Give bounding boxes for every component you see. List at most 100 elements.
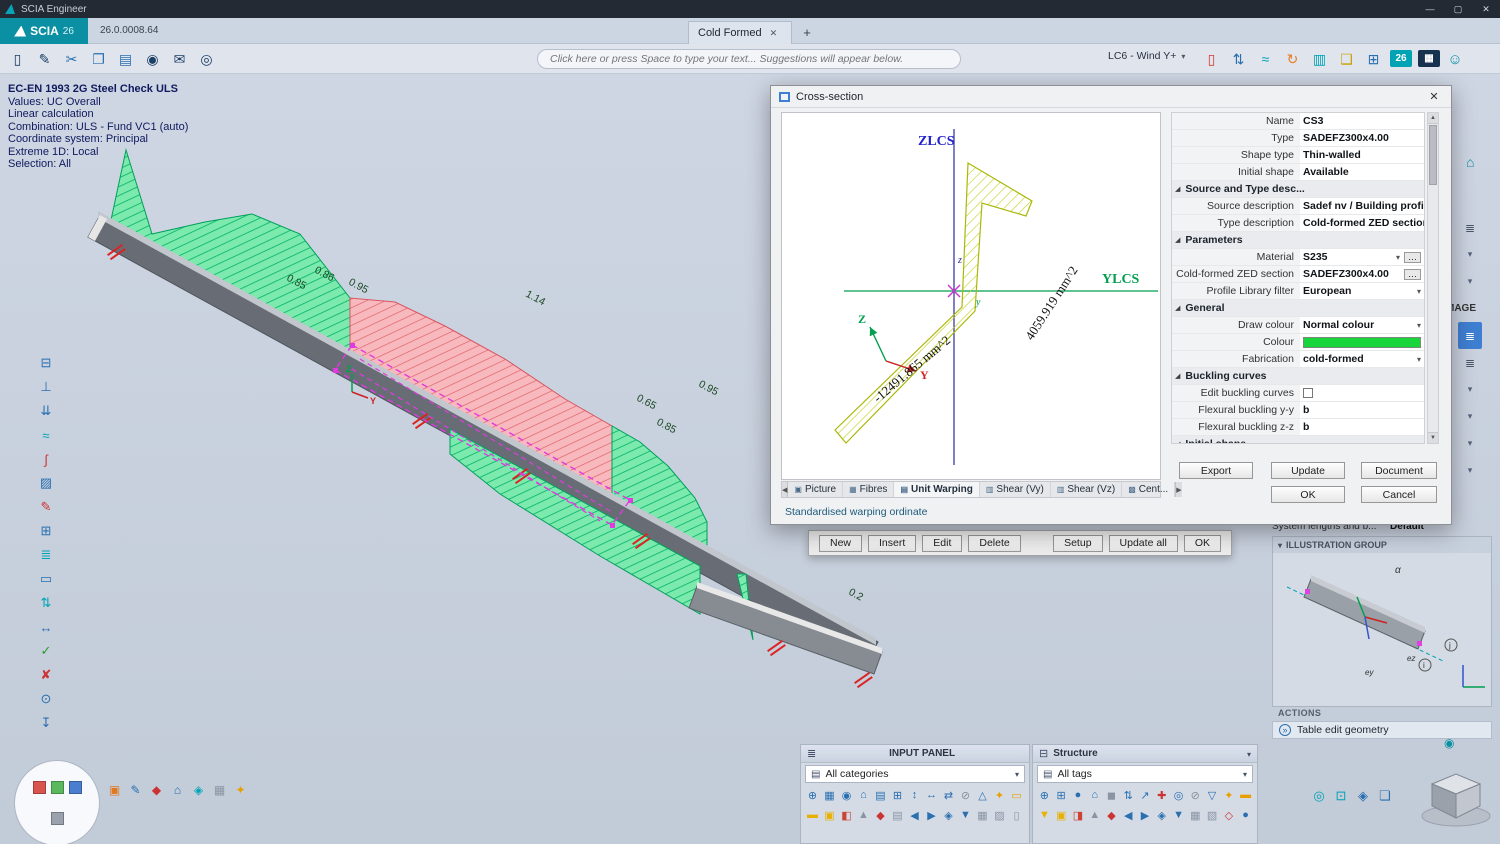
group-expand-icon[interactable]: [1175, 440, 1180, 444]
box-icon[interactable]: ❑: [1333, 46, 1360, 72]
refresh-icon[interactable]: ↻: [1279, 46, 1306, 72]
quick-access-wheel[interactable]: [14, 760, 100, 844]
hatch2-icon[interactable]: ▧: [1204, 806, 1221, 824]
property-value[interactable]: [1300, 385, 1424, 401]
bar-icon[interactable]: ▬: [1237, 786, 1254, 804]
deformation-icon[interactable]: ≈: [33, 423, 59, 447]
hatch-icon[interactable]: ▨: [991, 806, 1008, 824]
pencil-icon[interactable]: ✎: [125, 780, 146, 800]
cross-icon[interactable]: ✚: [1153, 786, 1170, 804]
category-filter-dropdown[interactable]: ▤ All categories: [805, 765, 1025, 783]
half2-icon[interactable]: ◨: [1070, 806, 1087, 824]
illustration-group-header[interactable]: ILLUSTRATION GROUP: [1273, 537, 1491, 553]
property-value[interactable]: Thin-walled: [1300, 147, 1424, 163]
group-expand-icon[interactable]: [1175, 372, 1180, 380]
right-icon[interactable]: ▶: [923, 806, 940, 824]
eye-icon[interactable]: ◉: [139, 46, 166, 72]
wrench-icon[interactable]: ▣: [104, 780, 125, 800]
property-value[interactable]: Cold-formed ZED section: [1300, 215, 1424, 231]
property-row[interactable]: Source description Sadef nv / Building p…: [1172, 198, 1424, 215]
zoom-fit-icon[interactable]: ⊡: [1330, 786, 1352, 806]
manager-button[interactable]: Edit: [922, 535, 962, 552]
red-cube-icon[interactable]: [33, 781, 46, 794]
star-small-icon[interactable]: ✦: [230, 780, 251, 800]
picture-tab[interactable]: ▥ Shear (Vy): [980, 482, 1051, 497]
property-row[interactable]: Source and Type desc...: [1172, 181, 1424, 198]
wedge-icon[interactable]: ▼: [1036, 806, 1053, 824]
collapse-chevron-icon[interactable]: [1278, 540, 1282, 550]
mesh-icon[interactable]: ▦: [974, 806, 991, 824]
edit-sheet-icon[interactable]: ✎: [31, 46, 58, 72]
property-value[interactable]: b: [1300, 419, 1424, 435]
home-icon[interactable]: ⌂: [167, 780, 188, 800]
dimension-icon[interactable]: ↔: [33, 615, 59, 639]
property-row[interactable]: Shape type Thin-walled: [1172, 147, 1424, 164]
dia-outline-icon[interactable]: ◇: [1220, 806, 1237, 824]
updown-icon[interactable]: ⇅: [1120, 786, 1137, 804]
grid-small-icon[interactable]: ▦: [209, 780, 230, 800]
slab-icon[interactable]: ▤: [872, 786, 889, 804]
list-display-icon[interactable]: ≣: [33, 543, 59, 567]
delete-results-icon[interactable]: ✘: [33, 663, 59, 687]
gem-icon[interactable]: ◈: [940, 806, 957, 824]
property-row[interactable]: Flexural buckling z-z b: [1172, 419, 1424, 436]
pad2-icon[interactable]: ▣: [1053, 806, 1070, 824]
colour-swatch[interactable]: [1303, 337, 1421, 348]
input-panel-header[interactable]: ≣ INPUT PANEL: [801, 745, 1029, 763]
chevron-down-icon[interactable]: [1247, 748, 1251, 760]
property-row[interactable]: Initial shape: [1172, 436, 1424, 444]
gem2-icon[interactable]: ◈: [1153, 806, 1170, 824]
left-icon[interactable]: ◀: [906, 806, 923, 824]
manager-button[interactable]: Delete: [968, 535, 1020, 552]
circle-slash-icon[interactable]: ⊘: [957, 786, 974, 804]
left2-icon[interactable]: ◀: [1120, 806, 1137, 824]
manager-button[interactable]: Setup: [1053, 535, 1102, 552]
property-row[interactable]: Initial shape Available: [1172, 164, 1424, 181]
grid-icon[interactable]: ▦: [821, 786, 838, 804]
property-row[interactable]: Cold-formed ZED section SADEFZ300x4.00: [1172, 266, 1424, 283]
table-edit-geometry-action[interactable]: Table edit geometry: [1272, 721, 1492, 739]
swap-icon[interactable]: ⇄: [940, 786, 957, 804]
property-row[interactable]: Draw colour Normal colour: [1172, 317, 1424, 334]
section-plane-icon[interactable]: ⊟: [33, 351, 59, 375]
cross-section-picture[interactable]: ZLCS YLCS z y Z Y -12491.865 mm^2 4059.9…: [781, 112, 1161, 480]
measure-arrow-icon[interactable]: ↧: [33, 711, 59, 735]
blue-cube-icon[interactable]: [69, 781, 82, 794]
tab-cold-formed[interactable]: Cold Formed ✕: [688, 21, 792, 44]
gray-cube-icon[interactable]: [51, 812, 64, 825]
report-icon[interactable]: ▥: [1306, 46, 1333, 72]
export-button[interactable]: Export: [1179, 462, 1253, 479]
property-row[interactable]: Edit buckling curves: [1172, 385, 1424, 402]
property-row[interactable]: Type SADEFZ300x4.00: [1172, 130, 1424, 147]
version-badge[interactable]: 26: [1390, 50, 1412, 67]
roof2-icon[interactable]: ▲: [1086, 806, 1103, 824]
load-arrows-icon[interactable]: ⇊: [33, 399, 59, 423]
ruler-icon[interactable]: ≈: [1252, 46, 1279, 72]
load-case-selector[interactable]: LC6 - Wind Y+ ▾: [1108, 50, 1185, 62]
search-input[interactable]: [537, 49, 961, 69]
group-expand-icon[interactable]: [1175, 185, 1180, 193]
diamond-icon[interactable]: ◆: [872, 806, 889, 824]
axis-node-icon[interactable]: ⊕: [1036, 786, 1053, 804]
chevron-down-icon[interactable]: [1396, 253, 1400, 262]
fire-icon[interactable]: ◆: [146, 780, 167, 800]
vertical-dim-icon[interactable]: ↕: [906, 786, 923, 804]
slash-icon[interactable]: ⊘: [1187, 786, 1204, 804]
code-badge[interactable]: ▦: [1418, 50, 1440, 67]
group-expand-icon[interactable]: [1175, 236, 1180, 244]
beam-icon[interactable]: ▭: [1008, 786, 1025, 804]
right2-icon[interactable]: ▶: [1137, 806, 1154, 824]
property-value[interactable]: SADEFZ300x4.00: [1300, 266, 1424, 282]
property-row[interactable]: Buckling curves: [1172, 368, 1424, 385]
node-icon[interactable]: ⊕: [804, 786, 821, 804]
tri-icon[interactable]: ▽: [1204, 786, 1221, 804]
teal-gem-icon[interactable]: ◈: [188, 780, 209, 800]
maximize-button[interactable]: ▢: [1444, 0, 1472, 18]
grid-icon[interactable]: ⊞: [33, 519, 59, 543]
spark-icon[interactable]: ✦: [991, 786, 1008, 804]
scroll-up-icon[interactable]: ▲: [1428, 113, 1438, 124]
ellipsis-button[interactable]: [1404, 269, 1421, 280]
property-value[interactable]: Sadef nv / Building profiles: [1300, 198, 1424, 214]
property-row[interactable]: General: [1172, 300, 1424, 317]
chevron-down-icon[interactable]: [1417, 321, 1421, 330]
